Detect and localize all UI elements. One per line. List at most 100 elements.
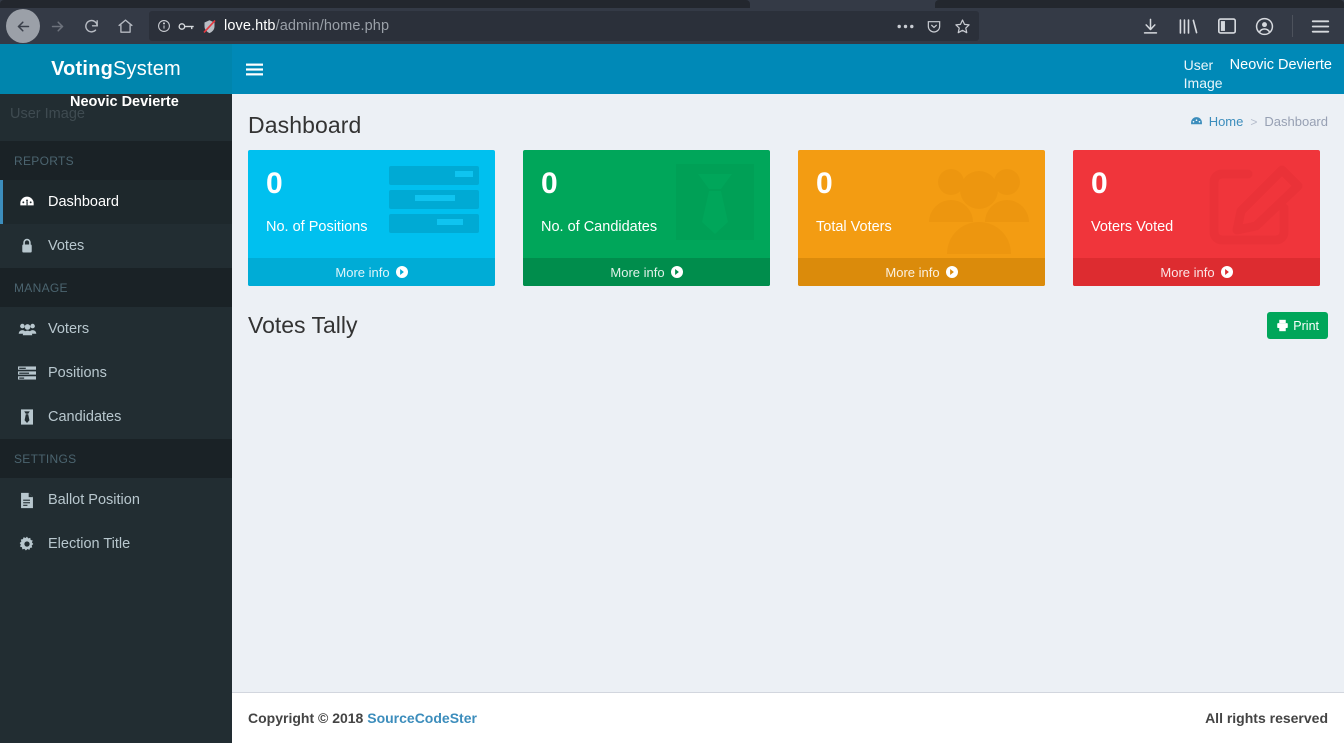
lock-icon [17, 238, 37, 254]
downloads-icon[interactable] [1141, 17, 1160, 36]
brand-bold: Voting [51, 57, 114, 80]
print-button-label: Print [1293, 318, 1319, 333]
info-icon[interactable] [157, 19, 171, 33]
browser-tab[interactable] [935, 0, 1344, 8]
sidebar-item-label: Candidates [48, 409, 122, 425]
arrow-circle-right-icon [945, 266, 958, 278]
tie-icon [676, 164, 754, 245]
sidebar-item-label: Positions [48, 365, 107, 381]
url-bar[interactable]: love.htb/admin/home.php [149, 11, 979, 41]
info-box-more-link[interactable]: More info [248, 258, 495, 286]
sidebar: Voting System User Image Neovic Devierte … [0, 44, 232, 743]
breadcrumb-home-link[interactable]: Home [1190, 114, 1244, 129]
forward-arrow-icon [51, 20, 63, 32]
print-button[interactable]: Print [1267, 312, 1328, 339]
info-box-total-voters[interactable]: 0 Total Voters More info [798, 150, 1045, 286]
navbar-user-name: Neovic Devierte [1229, 57, 1332, 73]
page-actions-ellipsis-icon[interactable] [897, 24, 914, 29]
arrow-circle-right-icon [395, 266, 408, 278]
sidebar-item-positions[interactable]: Positions [0, 351, 232, 395]
footer-copyright-text: Copyright © 2018 [248, 710, 364, 726]
footer-rights: All rights reserved [1205, 710, 1328, 726]
breadcrumb-current: Dashboard [1264, 114, 1328, 129]
users-icon [17, 322, 37, 336]
arrow-circle-right-icon [670, 266, 683, 278]
breadcrumb-home-label: Home [1208, 114, 1244, 129]
sidebar-toggle-button[interactable] [232, 44, 276, 94]
list-alt-icon [17, 366, 37, 380]
pocket-icon[interactable] [926, 18, 942, 34]
info-box-row: 0 No. of Positions More info 0 No. of Ca… [232, 150, 1344, 286]
sidebar-item-election-title[interactable]: Election Title [0, 522, 232, 566]
info-box-more-link[interactable]: More info [523, 258, 770, 286]
brand-logo[interactable]: Voting System [0, 44, 232, 94]
tie-icon [17, 409, 37, 425]
info-box-voters-voted[interactable]: 0 Voters Voted More info [1073, 150, 1320, 286]
browser-tab[interactable] [0, 0, 750, 8]
info-box-more-label: More info [335, 264, 390, 280]
info-box-more-label: More info [1160, 264, 1215, 280]
votes-tally-title: Votes Tally [248, 312, 358, 338]
browser-toolbar-right [1141, 15, 1344, 37]
browser-nav-row: love.htb/admin/home.php [0, 8, 1344, 44]
menu-icon[interactable] [1311, 18, 1330, 35]
sidebar-section-reports: REPORTS [0, 141, 232, 180]
library-icon[interactable] [1178, 17, 1199, 36]
brand-light: System [113, 57, 181, 80]
info-box-more-link[interactable]: More info [1073, 258, 1320, 286]
reload-icon [84, 19, 98, 33]
info-box-number: 0 [816, 167, 833, 200]
forward-button[interactable] [40, 9, 74, 43]
sidebar-item-votes[interactable]: Votes [0, 224, 232, 268]
dashboard-icon [17, 194, 37, 210]
footer-copyright: Copyright © 2018 SourceCodeSter [248, 710, 477, 726]
back-button[interactable] [6, 9, 40, 43]
sidebar-item-label: Voters [48, 321, 90, 337]
home-button[interactable] [108, 9, 142, 43]
sidebar-item-voters[interactable]: Voters [0, 307, 232, 351]
info-box-more-link[interactable]: More info [798, 258, 1045, 286]
info-box-candidates[interactable]: 0 No. of Candidates More info [523, 150, 770, 286]
info-box-label: No. of Positions [266, 219, 368, 235]
sidebar-section-settings: SETTINGS [0, 439, 232, 478]
sidebar-user-name: Neovic Devierte [70, 94, 179, 110]
info-box-number: 0 [266, 167, 283, 200]
file-text-icon [17, 492, 37, 509]
info-box-positions[interactable]: 0 No. of Positions More info [248, 150, 495, 286]
hamburger-icon [245, 63, 263, 75]
sidebar-item-candidates[interactable]: Candidates [0, 395, 232, 439]
sidebar-item-label: Votes [48, 238, 85, 254]
gear-icon [17, 536, 37, 552]
sidebar-item-label: Ballot Position [48, 492, 140, 508]
top-navbar: User Image Neovic Devierte [232, 44, 1344, 94]
list-alt-icon [389, 164, 479, 241]
url-path: /admin/home.php [275, 18, 390, 34]
info-box-number: 0 [1091, 167, 1108, 200]
home-icon [117, 18, 133, 33]
application: Voting System User Image Neovic Devierte … [0, 44, 1344, 743]
url-bar-actions [897, 18, 971, 35]
navbar-user-menu[interactable]: User Image Neovic Devierte [1184, 56, 1332, 92]
url-text[interactable]: love.htb/admin/home.php [224, 18, 389, 34]
sidebar-item-ballot-position[interactable]: Ballot Position [0, 478, 232, 522]
info-box-label: Voters Voted [1091, 219, 1174, 235]
reload-button[interactable] [74, 9, 108, 43]
sidebar-item-label: Dashboard [48, 194, 119, 210]
bookmark-star-icon[interactable] [954, 18, 971, 35]
sidebar-icon[interactable] [1217, 17, 1237, 35]
votes-tally-row: Votes Tally Print [232, 286, 1344, 339]
footer-brand-link[interactable]: SourceCodeSter [367, 710, 477, 726]
key-icon[interactable] [178, 20, 195, 33]
navbar-user-image-alt-text: User Image [1183, 57, 1223, 91]
tab-strip [0, 0, 1344, 8]
info-box-label: Total Voters [816, 219, 892, 235]
dashboard-icon [1190, 115, 1203, 128]
info-box-more-label: More info [610, 264, 665, 280]
account-icon[interactable] [1255, 17, 1274, 36]
content-header: Dashboard Home > Dashboard [232, 94, 1344, 150]
broken-shield-icon[interactable] [202, 19, 217, 34]
sidebar-item-dashboard[interactable]: Dashboard [0, 180, 232, 224]
browser-chrome: love.htb/admin/home.php [0, 0, 1344, 44]
content-area: User Image Neovic Devierte Dashboard Hom… [232, 44, 1344, 743]
info-box-label: No. of Candidates [541, 219, 658, 235]
